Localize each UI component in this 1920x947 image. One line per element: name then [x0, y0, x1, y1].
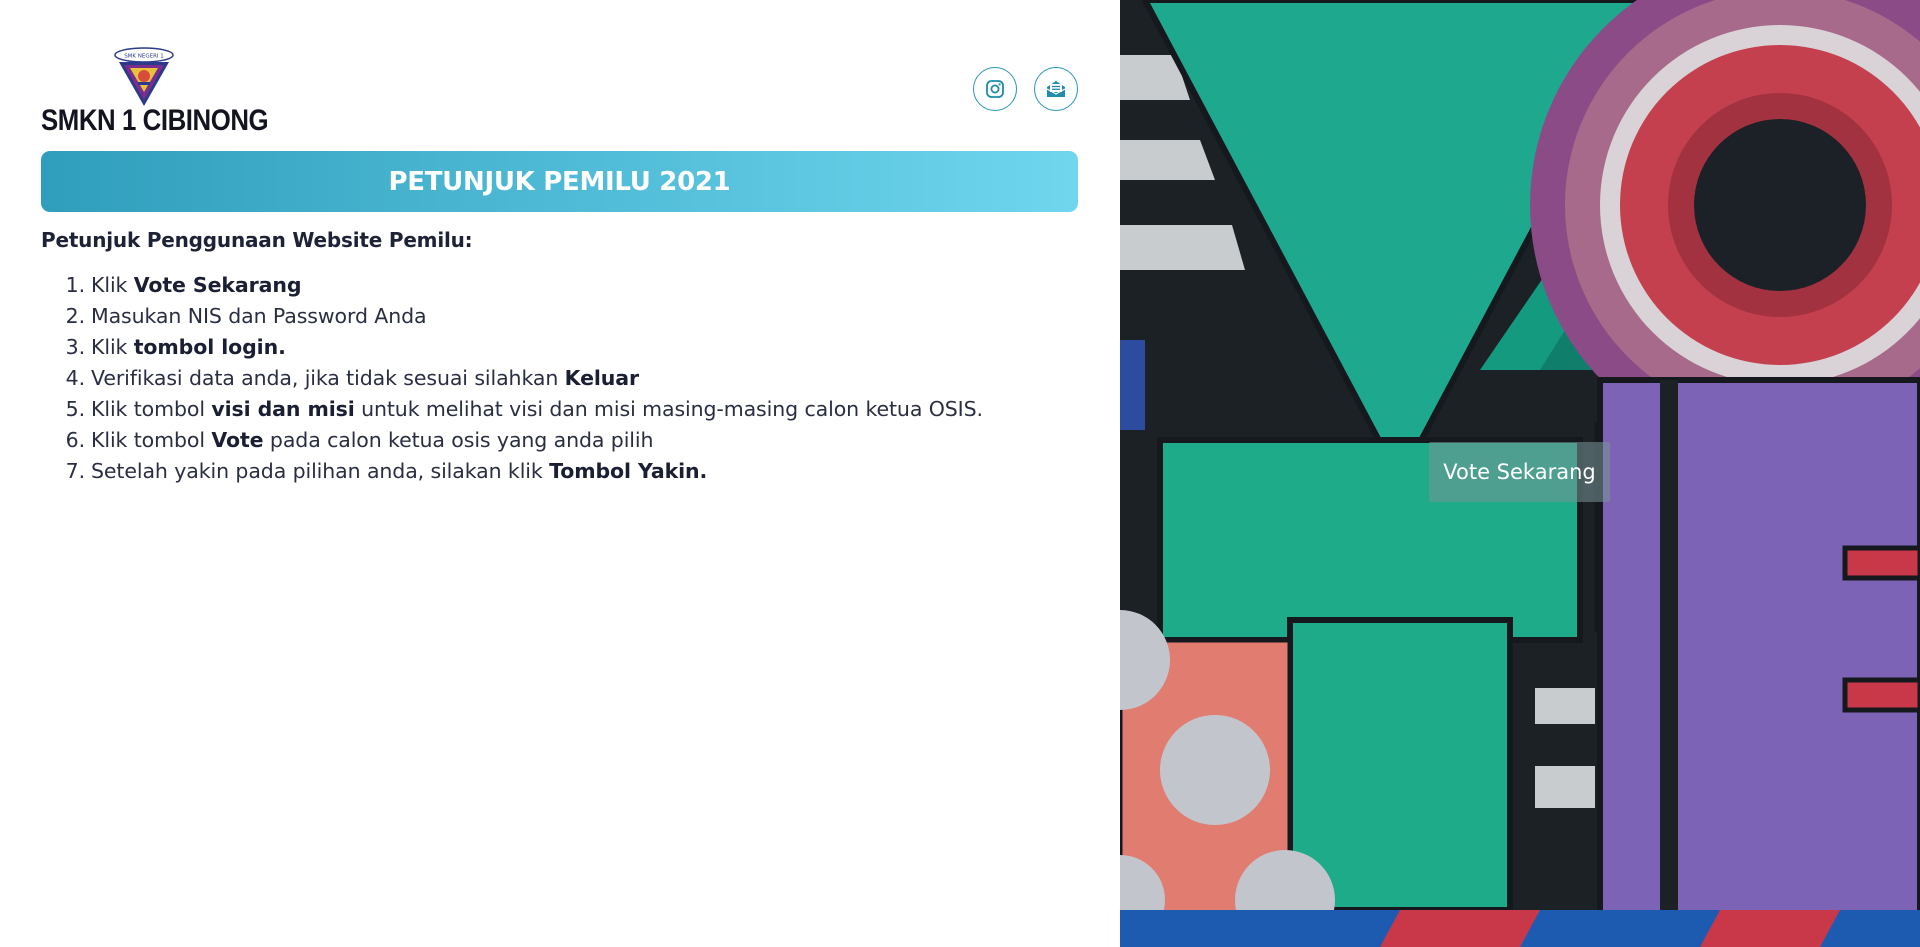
instructions-list: 1. Klik Vote Sekarang 2. Masukan NIS dan Pa… — [41, 270, 1101, 487]
step-number: 5. — [65, 397, 85, 421]
step-number: 3. — [65, 335, 85, 359]
step-emphasis: Keluar — [564, 366, 640, 390]
step-text: Masukan NIS dan Password Anda — [91, 304, 427, 328]
step-emphasis: Vote Sekarang — [133, 273, 302, 297]
vote-now-button[interactable]: Vote Sekarang — [1429, 442, 1610, 502]
step-number: 6. — [65, 428, 85, 452]
step-emphasis: visi dan misi — [211, 397, 355, 421]
mail-icon — [1046, 81, 1066, 97]
step-text-tail: untuk melihat visi dan misi masing-masin… — [354, 397, 983, 421]
school-crest-icon: SMK NEGERI 1 — [112, 46, 176, 108]
instruction-step: 5. Klik tombol visi dan misi untuk meliha… — [41, 394, 1101, 425]
instruction-step: 6. Klik tombol Vote pada calon ketua osis… — [41, 425, 1101, 456]
step-number: 2. — [65, 304, 85, 328]
step-text: Klik tombol — [91, 428, 212, 452]
step-text-tail: pada calon ketua osis yang anda pilih — [263, 428, 654, 452]
instructions-heading: Petunjuk Penggunaan Website Pemilu: — [41, 228, 473, 252]
instagram-link[interactable] — [973, 67, 1017, 111]
banner-title: PETUNJUK PEMILU 2021 — [388, 166, 731, 197]
logo-lettering: SMK NEGERI 1 — [124, 54, 164, 60]
instruction-step: 4. Verifikasi data anda, jika tidak sesua… — [41, 363, 1101, 394]
step-text: Klik — [91, 335, 134, 359]
title-banner: PETUNJUK PEMILU 2021 — [41, 151, 1078, 212]
step-number: 4. — [65, 366, 85, 390]
step-text: Klik tombol — [91, 397, 212, 421]
mail-link[interactable] — [1034, 67, 1078, 111]
instruction-step: 2. Masukan NIS dan Password Anda — [41, 301, 1101, 332]
instruction-step: 1. Klik Vote Sekarang — [41, 270, 1101, 301]
step-emphasis: tombol login. — [133, 335, 286, 359]
step-text: Verifikasi data anda, jika tidak sesuai … — [91, 366, 565, 390]
step-number: 7. — [65, 459, 85, 483]
step-emphasis: Tombol Yakin. — [549, 459, 708, 483]
school-name: SMKN 1 CIBINONG — [41, 104, 269, 137]
step-text: Klik — [91, 273, 134, 297]
step-emphasis: Vote — [211, 428, 264, 452]
instruction-step: 7. Setelah yakin pada pilihan anda, silak… — [41, 456, 1101, 487]
step-text: Setelah yakin pada pilihan anda, silakan… — [91, 459, 550, 483]
instructions-panel: SMK NEGERI 1 SMKN 1 CIBINONG PETUNJUK PE… — [0, 0, 1120, 947]
step-number: 1. — [65, 273, 85, 297]
instagram-icon — [986, 80, 1004, 98]
instruction-step: 3. Klik tombol login. — [41, 332, 1101, 363]
